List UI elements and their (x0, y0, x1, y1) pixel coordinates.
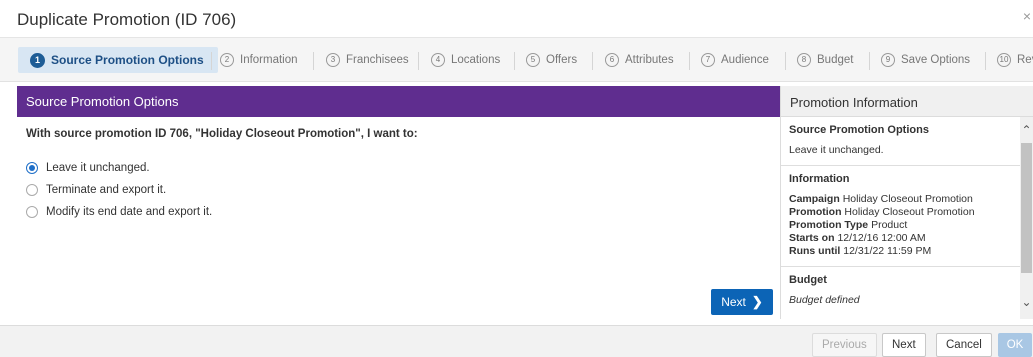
step-number: 5 (526, 53, 540, 67)
option-leave-unchanged[interactable]: Leave it unchanged. (26, 162, 150, 174)
step-label: Franchisees (346, 54, 409, 66)
step-number: 2 (220, 53, 234, 67)
step-number: 8 (797, 53, 811, 67)
question-text: With source promotion ID 706, "Holiday C… (26, 128, 418, 140)
step-locations[interactable]: 4 Locations (431, 47, 500, 73)
next-button[interactable]: Next ❯ (711, 289, 773, 315)
step-label: Offers (546, 54, 578, 66)
runs-until-row: Runs until 12/31/22 11:59 PM (789, 245, 932, 257)
section-heading: Budget (789, 274, 827, 286)
info-section-budget: Budget Budget defined (781, 267, 1021, 315)
source-options-panel: Source Promotion Options With source pro… (17, 86, 780, 319)
option-terminate-export[interactable]: Terminate and export it. (26, 184, 166, 196)
step-source-promotion-options[interactable]: 1 Source Promotion Options (18, 47, 218, 73)
info-section-information: Information Campaign Holiday Closeout Pr… (781, 166, 1021, 267)
promotion-type-row: Promotion Type Product (789, 219, 908, 231)
radio-button[interactable] (26, 206, 38, 218)
next-label: Next (721, 295, 746, 309)
step-label: Rev (1017, 54, 1033, 66)
step-divider (418, 52, 419, 70)
step-review[interactable]: 10 Rev (997, 47, 1033, 73)
step-divider (869, 52, 870, 70)
source-value: Leave it unchanged. (789, 144, 884, 156)
step-label: Save Options (901, 54, 971, 66)
step-label: Budget (817, 54, 854, 66)
section-heading: Information (789, 173, 850, 185)
step-attributes[interactable]: 6 Attributes (605, 47, 674, 73)
step-number: 4 (431, 53, 445, 67)
option-label: Leave it unchanged. (46, 162, 150, 174)
step-number: 1 (30, 52, 45, 68)
cancel-button[interactable]: Cancel (936, 333, 992, 357)
step-number: 6 (605, 53, 619, 67)
step-information[interactable]: 2 Information (220, 47, 298, 73)
panel-title: Source Promotion Options (17, 86, 780, 117)
footer-next-button[interactable]: Next (882, 333, 926, 357)
budget-value: Budget defined (789, 294, 860, 306)
ok-button[interactable]: OK (998, 333, 1032, 357)
dialog-header: Duplicate Promotion (ID 706) × (0, 0, 1033, 38)
step-divider (211, 52, 212, 70)
dialog-footer: Previous Next Cancel OK (0, 325, 1033, 357)
step-offers[interactable]: 5 Offers (526, 47, 577, 73)
step-number: 9 (881, 53, 895, 67)
chevron-up-icon[interactable]: ⌃ (1020, 123, 1033, 137)
radio-button[interactable] (26, 184, 38, 196)
step-label: Source Promotion Options (51, 53, 204, 67)
info-section-source: Source Promotion Options Leave it unchan… (781, 117, 1021, 166)
step-divider (785, 52, 786, 70)
option-modify-end-date[interactable]: Modify its end date and export it. (26, 206, 212, 218)
step-label: Information (240, 54, 298, 66)
step-divider (592, 52, 593, 70)
option-label: Terminate and export it. (46, 184, 167, 196)
step-save-options[interactable]: 9 Save Options (881, 47, 970, 73)
promotion-information-panel: Promotion Information Source Promotion O… (780, 86, 1033, 319)
step-divider (313, 52, 314, 70)
step-divider (689, 52, 690, 70)
previous-button[interactable]: Previous (812, 333, 877, 357)
promotion-row: Promotion Holiday Closeout Promotion (789, 206, 975, 218)
step-audience[interactable]: 7 Audience (701, 47, 769, 73)
radio-button-checked[interactable] (26, 162, 38, 174)
step-franchisees[interactable]: 3 Franchisees (326, 47, 409, 73)
step-divider (985, 52, 986, 70)
info-panel-title: Promotion Information (781, 86, 1033, 117)
step-label: Audience (721, 54, 769, 66)
step-label: Attributes (625, 54, 674, 66)
campaign-row: Campaign Holiday Closeout Promotion (789, 193, 973, 205)
scroll-thumb[interactable] (1021, 143, 1032, 273)
section-heading: Source Promotion Options (789, 124, 929, 136)
chevron-right-icon: ❯ (751, 294, 763, 309)
step-divider (514, 52, 515, 70)
step-number: 7 (701, 53, 715, 67)
step-number: 10 (997, 53, 1011, 67)
option-label: Modify its end date and export it. (46, 206, 213, 218)
step-budget[interactable]: 8 Budget (797, 47, 853, 73)
step-label: Locations (451, 54, 501, 66)
step-number: 3 (326, 53, 340, 67)
close-icon[interactable]: × (1023, 8, 1031, 24)
info-scrollbar[interactable]: ⌃ ⌄ (1020, 117, 1033, 319)
info-panel-body: Source Promotion Options Leave it unchan… (781, 117, 1021, 319)
starts-on-row: Starts on 12/12/16 12:00 AM (789, 232, 926, 244)
step-train: 1 Source Promotion Options 2 Information… (0, 38, 1033, 82)
chevron-down-icon[interactable]: ⌄ (1020, 295, 1033, 309)
dialog-title: Duplicate Promotion (ID 706) (17, 10, 237, 29)
